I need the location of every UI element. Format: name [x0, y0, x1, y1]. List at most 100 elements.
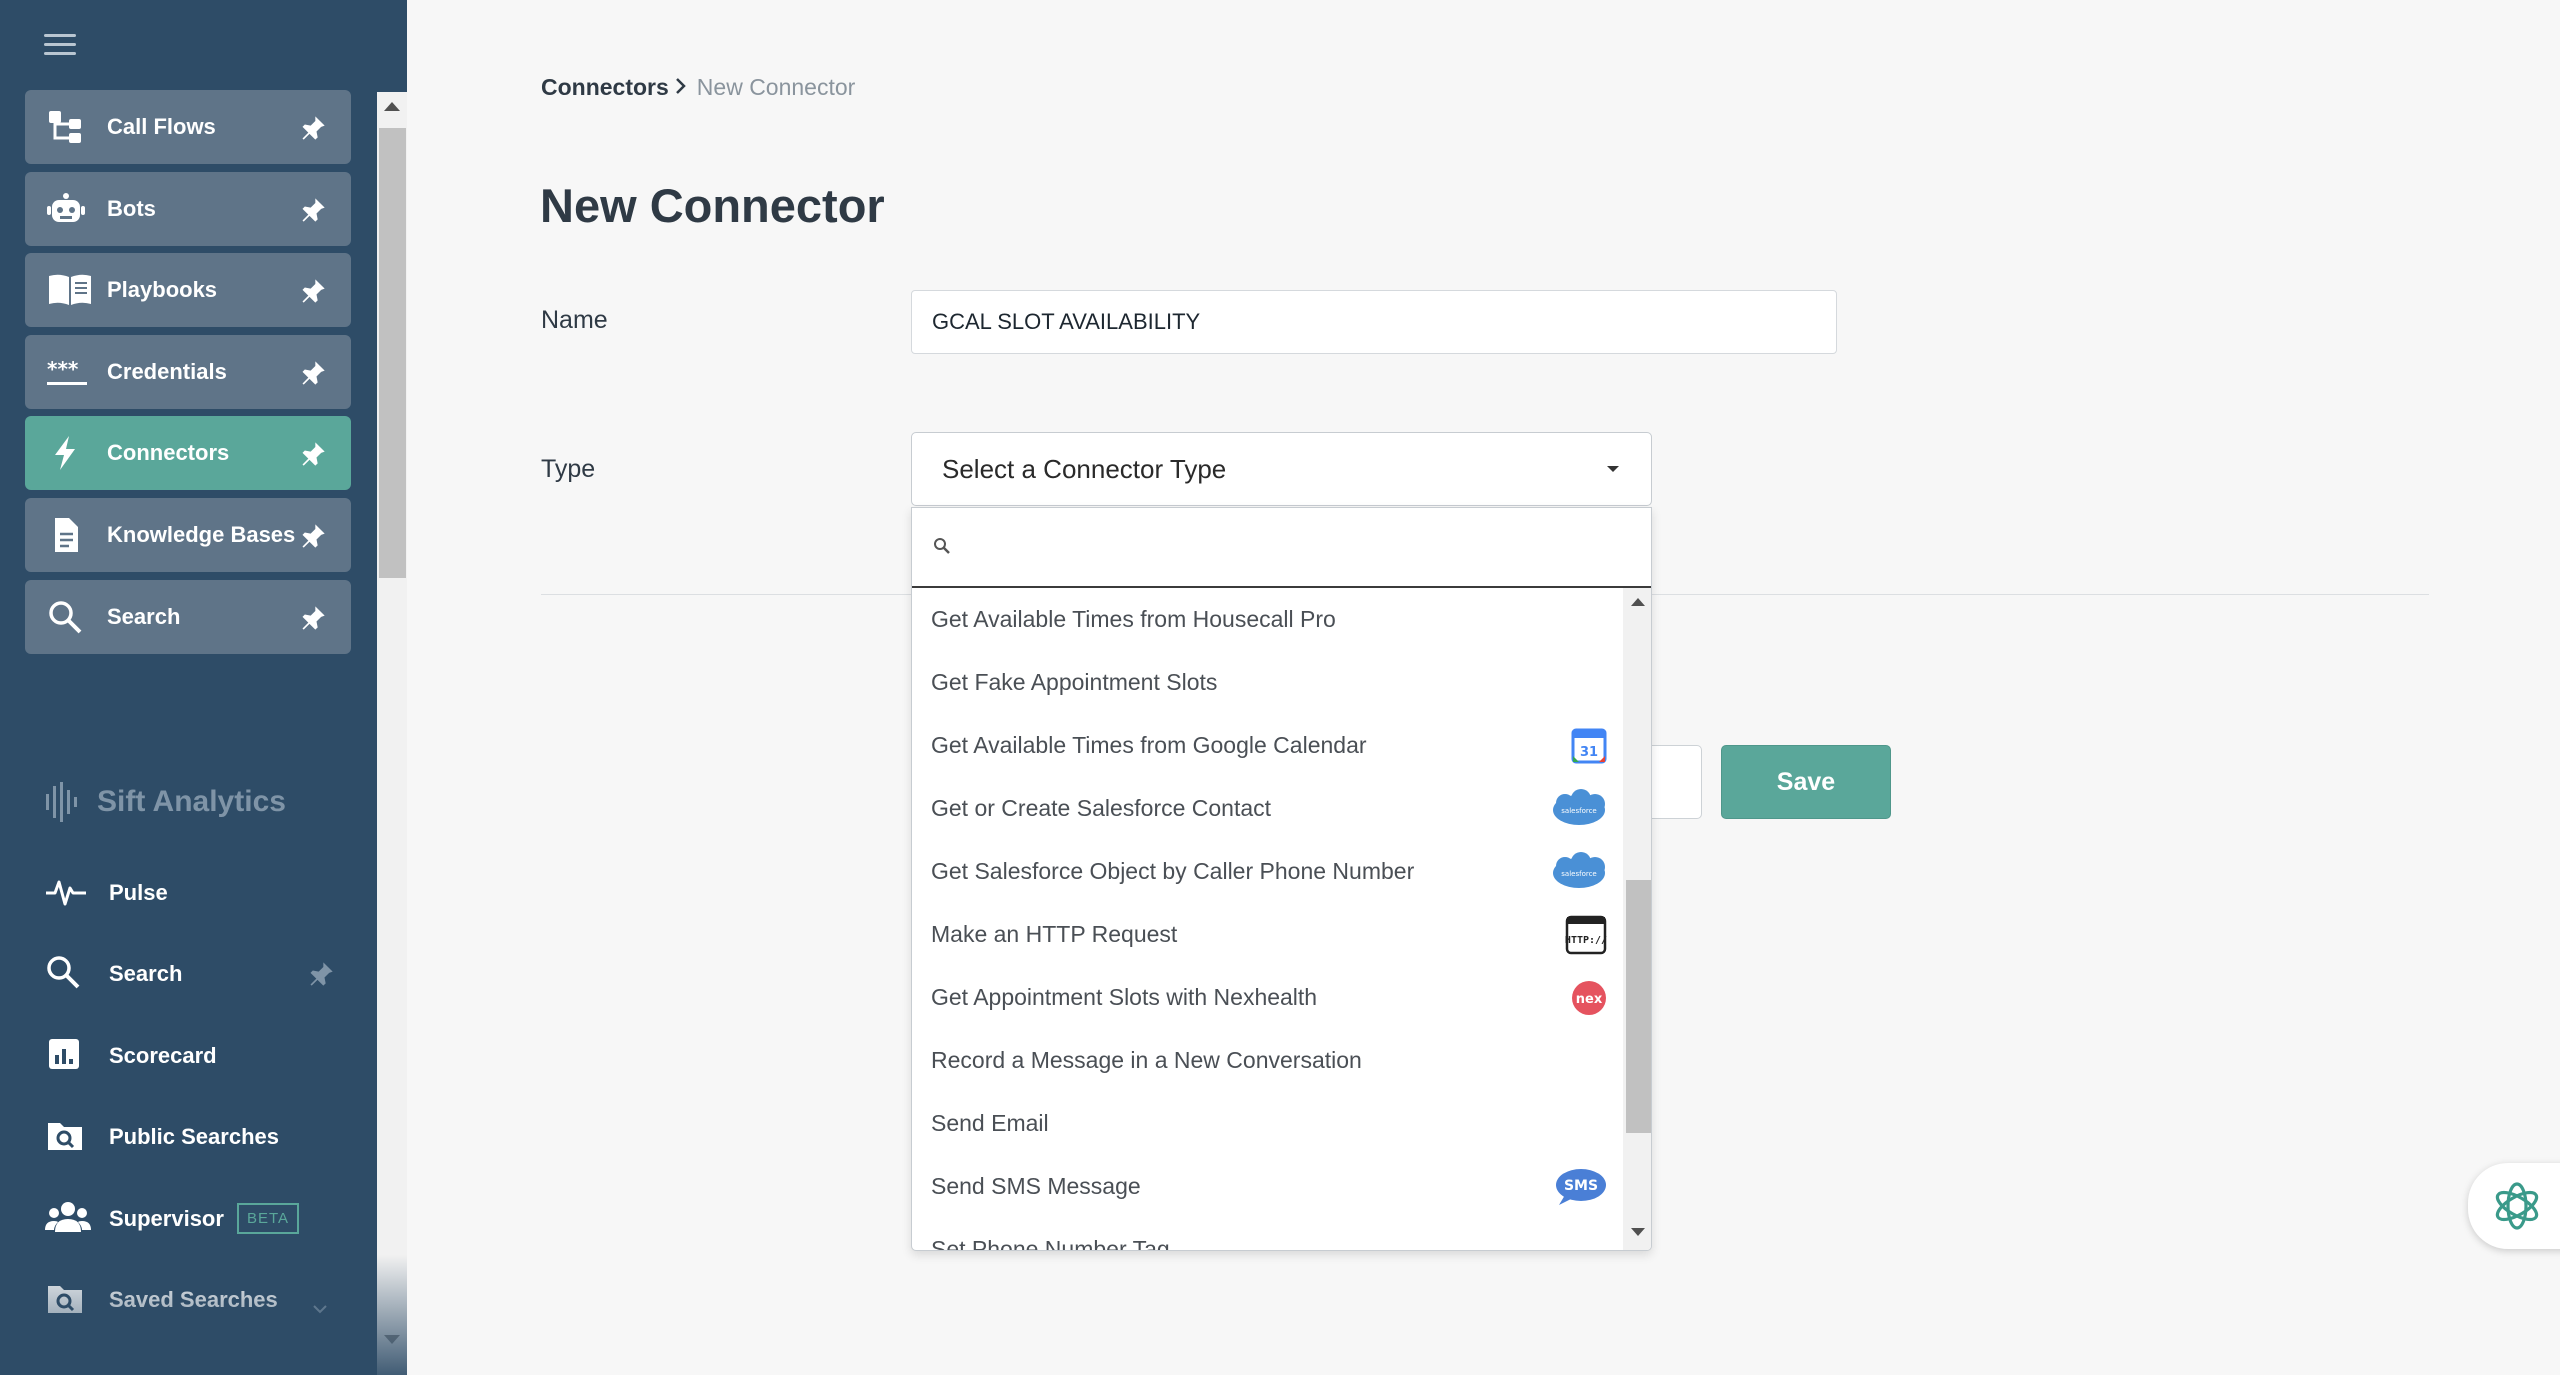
sift-analytics-title: Sift Analytics [97, 785, 286, 818]
svg-text:salesforce: salesforce [1561, 807, 1596, 815]
option-send-email[interactable]: Send Email [912, 1092, 1623, 1155]
connector-type-dropdown: Get Available Times from Housecall Pro G… [911, 507, 1652, 1251]
sidebar-item-search[interactable]: Search [25, 579, 351, 654]
pin-icon[interactable] [299, 522, 327, 550]
option-label: Record a Message in a New Conversation [931, 1047, 1362, 1073]
dropdown-options-list: Get Available Times from Housecall Pro G… [912, 588, 1623, 1251]
pin-icon[interactable] [299, 277, 327, 305]
http-icon: HTTP:// [1551, 915, 1607, 955]
sidebar-item-call-flows[interactable]: Call Flows [25, 90, 351, 164]
sidebar-item-saved-searches[interactable]: Saved Searches [45, 1260, 335, 1342]
option-salesforce-object[interactable]: Get Salesforce Object by Caller Phone Nu… [912, 840, 1623, 903]
chevron-down-icon[interactable] [313, 1294, 327, 1313]
sidebar-item-label: Connectors [107, 440, 230, 466]
option-label: Get Salesforce Object by Caller Phone Nu… [931, 858, 1415, 884]
sidebar-item-credentials[interactable]: *** Credentials [25, 334, 351, 409]
sidebar: Call Flows Bots Playbooks *** Credential… [0, 0, 407, 1375]
connector-type-select[interactable]: Select a Connector Type [911, 432, 1652, 506]
pin-icon[interactable] [299, 440, 327, 468]
chevron-right-icon [675, 74, 687, 101]
pin-icon[interactable] [299, 114, 327, 142]
svg-text:nex: nex [1576, 992, 1603, 1007]
call-flows-icon [47, 109, 85, 145]
scroll-down-arrow-icon[interactable] [384, 1335, 400, 1344]
sidebar-item-label: Pulse [109, 879, 168, 905]
hamburger-icon[interactable] [44, 34, 76, 56]
pinned-nav: Call Flows Bots Playbooks *** Credential… [25, 90, 351, 661]
option-record-message[interactable]: Record a Message in a New Conversation [912, 1029, 1623, 1092]
analytics-nav: Pulse Search Scorecard Public Searches S… [45, 852, 335, 1341]
option-fake-appointment-slots[interactable]: Get Fake Appointment Slots [912, 651, 1623, 714]
search-icon [45, 954, 87, 992]
salesforce-icon: salesforce [1551, 852, 1607, 892]
openai-logo-icon [2495, 1182, 2539, 1230]
scroll-up-arrow-icon[interactable] [1631, 598, 1645, 606]
option-nexhealth[interactable]: Get Appointment Slots with Nexhealth nex [912, 966, 1623, 1029]
pin-icon[interactable] [299, 196, 327, 224]
assistant-button[interactable] [2468, 1163, 2560, 1249]
folder-search-icon [45, 1280, 87, 1318]
option-set-phone-tag[interactable]: Set Phone Number Tag [912, 1218, 1623, 1251]
sidebar-item-label: Scorecard [109, 1042, 217, 1068]
scroll-down-arrow-icon[interactable] [1631, 1228, 1645, 1236]
option-send-sms[interactable]: Send SMS Message SMS [912, 1155, 1623, 1218]
nexhealth-icon: nex [1551, 978, 1607, 1018]
pin-icon[interactable] [307, 960, 335, 988]
sidebar-item-bots[interactable]: Bots [25, 171, 351, 246]
option-label: Get Appointment Slots with Nexhealth [931, 984, 1318, 1010]
sift-analytics-heading: Sift Analytics [45, 780, 286, 824]
dropdown-search-field[interactable] [912, 508, 1651, 588]
option-housecall-pro[interactable]: Get Available Times from Housecall Pro [912, 588, 1623, 651]
sidebar-item-label: Saved Searches [109, 1287, 278, 1313]
book-icon [47, 272, 91, 308]
salesforce-icon: salesforce [1551, 789, 1607, 829]
option-label: Make an HTTP Request [931, 921, 1178, 947]
sidebar-item-label: Search [109, 961, 183, 987]
sound-wave-icon [46, 782, 77, 822]
sidebar-item-label: Search [107, 603, 181, 629]
sidebar-item-label: Call Flows [107, 114, 216, 139]
option-label: Set Phone Number Tag [931, 1236, 1170, 1251]
svg-text:***: *** [47, 357, 79, 381]
option-label: Send Email [931, 1110, 1049, 1136]
beta-badge: BETA [237, 1203, 300, 1234]
name-input[interactable] [911, 290, 1837, 354]
breadcrumb-connectors-link[interactable]: Connectors [541, 74, 669, 101]
sidebar-item-pulse[interactable]: Pulse [45, 852, 335, 934]
sidebar-item-analytics-search[interactable]: Search [45, 934, 335, 1016]
search-icon [932, 536, 952, 556]
option-label: Get Available Times from Google Calendar [931, 732, 1367, 758]
sidebar-item-label: Playbooks [107, 277, 218, 303]
option-label: Send SMS Message [931, 1173, 1141, 1199]
sidebar-item-label: Supervisor [109, 1205, 224, 1231]
name-label: Name [541, 306, 608, 334]
sidebar-item-connectors[interactable]: Connectors [25, 416, 351, 491]
caret-down-icon [1607, 466, 1619, 472]
pin-icon[interactable] [299, 359, 327, 387]
sidebar-item-public-searches[interactable]: Public Searches [45, 1097, 335, 1179]
scroll-up-arrow-icon[interactable] [384, 102, 400, 111]
sidebar-item-label: Bots [107, 195, 156, 221]
svg-text:HTTP://: HTTP:// [1565, 935, 1607, 946]
sidebar-item-knowledge-bases[interactable]: Knowledge Bases [25, 497, 351, 572]
connector-type-placeholder: Select a Connector Type [942, 453, 1227, 484]
option-salesforce-contact[interactable]: Get or Create Salesforce Contact salesfo… [912, 777, 1623, 840]
option-label: Get Fake Appointment Slots [931, 669, 1218, 695]
pin-icon[interactable] [299, 604, 327, 632]
sidebar-item-supervisor[interactable]: Supervisor BETA [45, 1178, 335, 1260]
sidebar-item-scorecard[interactable]: Scorecard [45, 1015, 335, 1097]
type-label: Type [541, 455, 596, 483]
bot-icon [47, 191, 85, 227]
dropdown-scrollbar-thumb[interactable] [1626, 880, 1651, 1133]
sms-icon: SMS [1551, 1167, 1607, 1207]
sidebar-scrollbar-thumb[interactable] [379, 128, 406, 578]
save-button[interactable]: Save [1721, 745, 1891, 819]
svg-text:31: 31 [1580, 745, 1598, 760]
svg-text:salesforce: salesforce [1561, 870, 1596, 878]
sidebar-item-playbooks[interactable]: Playbooks [25, 253, 351, 328]
sidebar-item-label: Public Searches [109, 1124, 279, 1150]
option-google-calendar[interactable]: Get Available Times from Google Calendar… [912, 714, 1623, 777]
google-calendar-icon: 31 [1551, 726, 1607, 766]
breadcrumb-current: New Connector [696, 74, 856, 100]
option-http-request[interactable]: Make an HTTP Request HTTP:// [912, 903, 1623, 966]
